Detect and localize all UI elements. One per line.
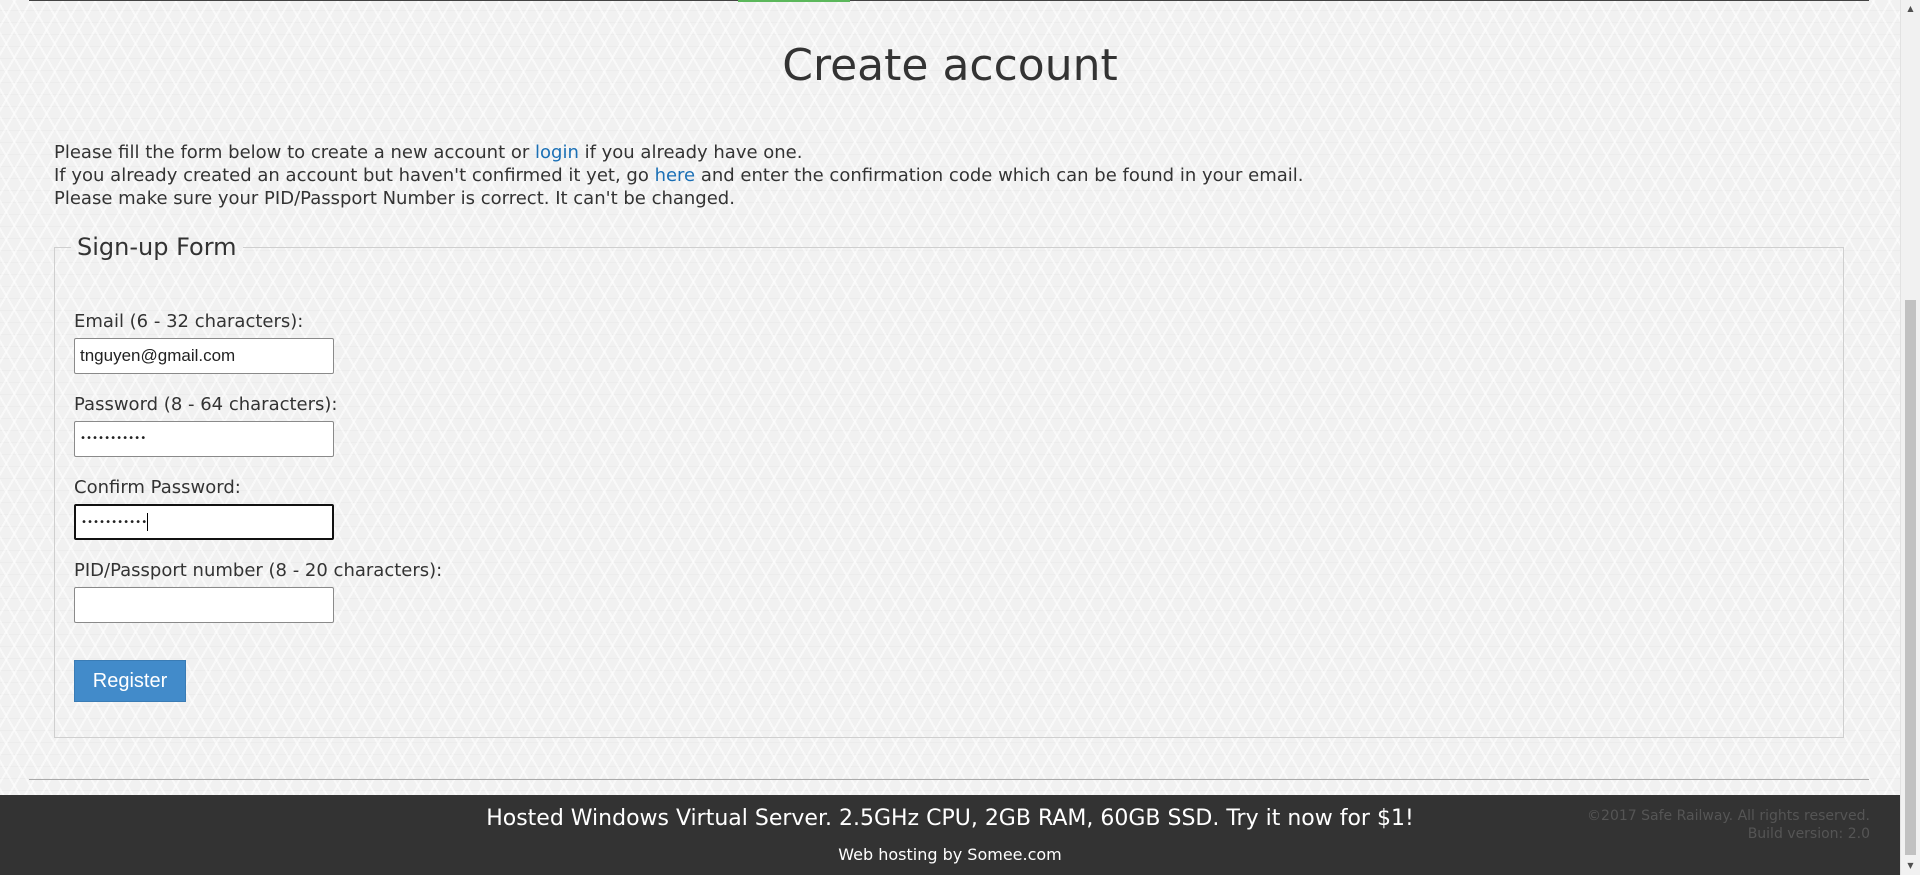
content-divider [29, 779, 1869, 780]
copyright-text: ©2017 Safe Railway. All rights reserved. [1587, 808, 1870, 824]
pid-label: PID/Passport number (8 - 20 characters): [74, 560, 443, 581]
confirmation-here-link[interactable]: here [655, 165, 696, 186]
vertical-scrollbar[interactable]: ▲ ▼ [1900, 0, 1920, 875]
signup-form: Sign-up Form [54, 233, 1844, 738]
password-label: Password (8 - 64 characters): [74, 394, 338, 415]
intro-text: Please fill the form below to create a n… [54, 141, 1304, 210]
page-title: Create account [782, 40, 1118, 91]
scrollbar-thumb[interactable] [1905, 300, 1916, 855]
triangle-down-icon[interactable]: ▼ [1901, 857, 1920, 875]
password-input[interactable]: ••••••••••• [74, 421, 334, 457]
email-label: Email (6 - 32 characters): [74, 311, 304, 332]
confirm-password-label: Confirm Password: [74, 477, 241, 498]
header-divider [29, 0, 1869, 1]
footer: Hosted Windows Virtual Server. 2.5GHz CP… [0, 795, 1900, 875]
register-button[interactable]: Register [74, 660, 186, 702]
pid-input[interactable] [74, 587, 334, 623]
confirm-password-input[interactable]: ••••••••••• [74, 504, 334, 540]
footer-hosting-link[interactable]: Web hosting by Somee.com [0, 845, 1900, 865]
intro-line-3: Please make sure your PID/Passport Numbe… [54, 188, 735, 209]
email-input[interactable] [74, 338, 334, 374]
login-link[interactable]: login [535, 142, 579, 163]
footer-copyright: ©2017 Safe Railway. All rights reserved.… [1587, 807, 1870, 843]
signup-form-legend: Sign-up Form [77, 233, 237, 261]
text-caret [147, 513, 149, 531]
intro-line-2: If you already created an account but ha… [54, 165, 1304, 186]
build-version: Build version: 2.0 [1747, 826, 1870, 842]
triangle-up-icon[interactable]: ▲ [1901, 0, 1920, 18]
intro-line-1: Please fill the form below to create a n… [54, 142, 803, 163]
nav-active-indicator [738, 0, 850, 2]
